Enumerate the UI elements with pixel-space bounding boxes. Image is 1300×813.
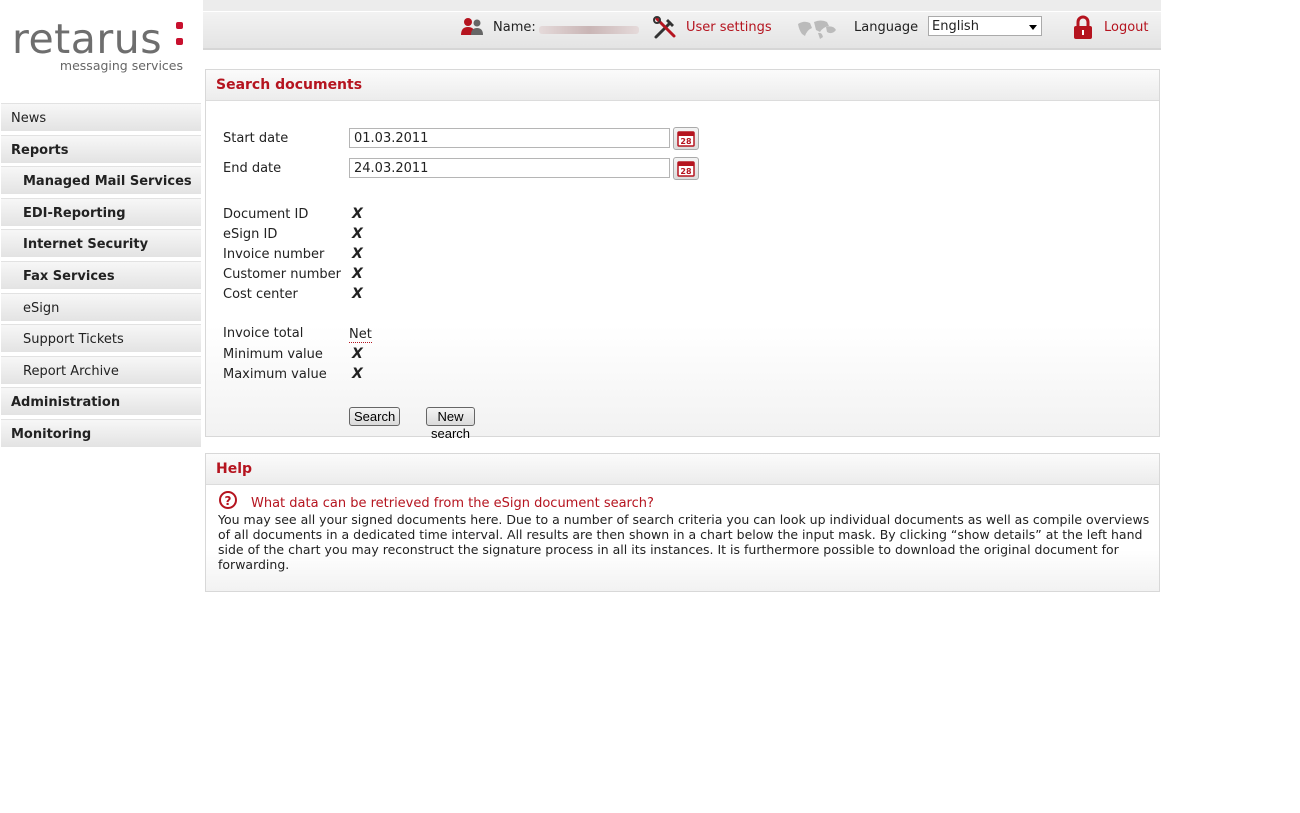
language-value: English [932,19,979,34]
calendar-day: 28 [680,167,692,176]
retarus-logo: retarus messaging services [10,16,195,78]
sidebar-item-support-tickets[interactable]: Support Tickets [1,324,201,353]
tools-icon[interactable] [652,15,678,41]
language-label: Language [854,20,919,35]
users-icon [461,18,483,35]
end-date-label: End date [223,161,282,176]
customer-number-label: Customer number [223,267,342,282]
help-text: You may see all your signed documents he… [218,512,1150,572]
document-id-field[interactable]: X [352,206,363,222]
start-date-label: Start date [223,131,289,146]
sidebar-item-edi-reporting[interactable]: EDI-Reporting [1,197,201,226]
invoice-number-label: Invoice number [223,247,325,262]
sidebar-nav: News Reports Managed Mail Services EDI-R… [1,103,201,451]
calendar-icon: 28 [677,161,695,177]
cost-center-label: Cost center [223,287,298,302]
minimum-value-label: Minimum value [223,347,323,362]
logo-tagline: messaging services [59,58,183,73]
invoice-total-select[interactable]: Net [349,328,372,343]
help-panel-title: Help [206,454,1159,485]
minimum-value-field[interactable]: X [352,346,363,362]
search-button[interactable]: Search [349,407,401,426]
search-documents-panel: Search documents Start date 01.03.2011 2… [205,69,1160,441]
end-date-input[interactable]: 24.03.2011 [349,158,670,178]
new-search-button[interactable]: New search [426,407,476,441]
sidebar-item-monitoring[interactable]: Monitoring [1,418,201,447]
invoice-total-label: Invoice total [223,326,304,341]
name-label: Name: [493,20,536,35]
start-date-input[interactable]: 01.03.2011 [349,128,670,148]
esign-id-field[interactable]: X [352,226,363,242]
username-redacted [539,26,639,34]
calendar-icon: 28 [677,131,695,147]
customer-number-field[interactable]: X [352,266,363,282]
invoice-number-field[interactable]: X [352,246,363,262]
sidebar-item-reports[interactable]: Reports [1,134,201,163]
document-id-label: Document ID [223,207,309,222]
sidebar-item-report-archive[interactable]: Report Archive [1,355,201,384]
help-question: What data can be retrieved from the eSig… [251,496,654,511]
sidebar-item-fax-services[interactable]: Fax Services [1,260,201,289]
calendar-day: 28 [680,137,692,146]
cost-center-field[interactable]: X [352,286,363,302]
sidebar-item-news[interactable]: News [1,103,201,131]
logout-link[interactable]: Logout [1104,18,1149,38]
lock-icon[interactable] [1072,15,1094,41]
help-panel: Help ? What data can be retrieved from t… [205,453,1160,592]
logo-colon-mark [176,22,184,54]
world-map-icon [798,20,836,39]
user-settings-link[interactable]: User settings [686,18,772,38]
chevron-down-icon [1029,25,1037,30]
sidebar-item-internet-security[interactable]: Internet Security [1,229,201,258]
sidebar-item-administration[interactable]: Administration [1,387,201,416]
maximum-value-label: Maximum value [223,367,327,382]
svg-text:?: ? [225,494,232,508]
top-bar: Name: User settings Language English Log… [203,0,1161,50]
language-select[interactable]: English [928,16,1042,36]
start-date-calendar-button[interactable]: 28 [673,127,699,150]
help-question-icon: ? [218,490,238,514]
esign-id-label: eSign ID [223,227,278,242]
end-date-calendar-button[interactable]: 28 [673,157,699,180]
logo-wordmark: retarus [12,15,163,63]
sidebar-item-esign[interactable]: eSign [1,292,201,321]
sidebar-item-managed-mail-services[interactable]: Managed Mail Services [1,166,201,195]
search-panel-title: Search documents [206,70,1159,101]
maximum-value-field[interactable]: X [352,366,363,382]
